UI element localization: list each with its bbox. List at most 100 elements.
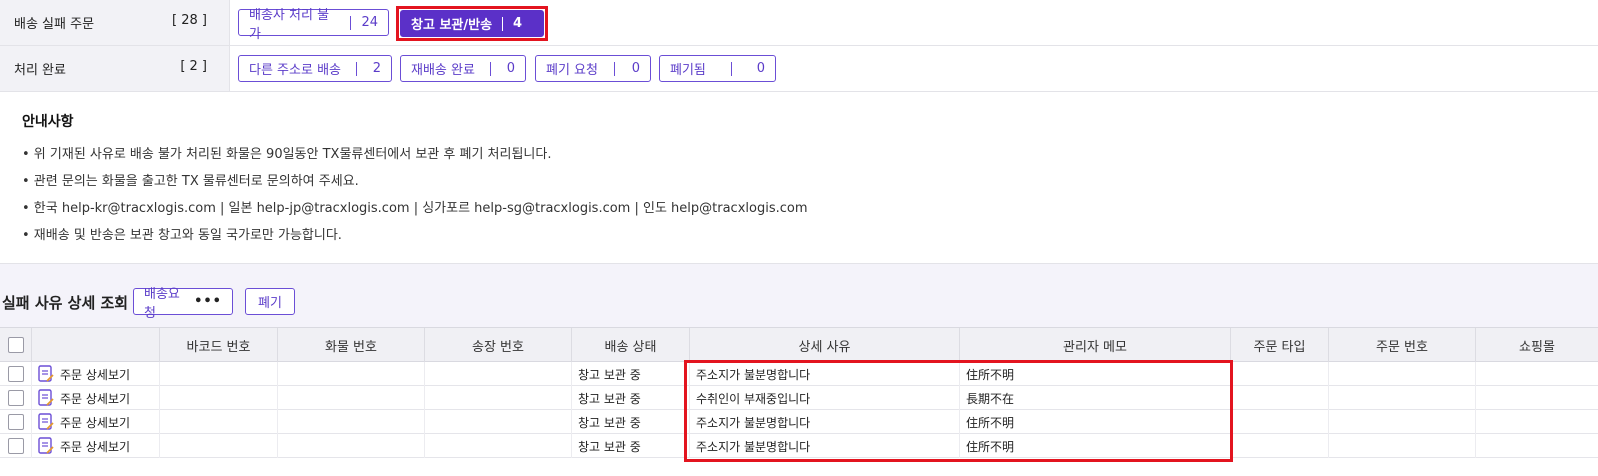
barcode-cell [160,410,278,434]
header-ship-status[interactable]: 배송 상태 [572,328,690,362]
order-detail-link[interactable]: 주문 상세보기 [32,410,160,434]
ship-status-cell: 창고 보관 중 [572,386,690,410]
shop-cell [1476,410,1598,434]
barcode-cell [160,362,278,386]
row-checkbox-cell [0,410,32,434]
row-checkbox-cell [0,434,32,458]
failed-orders-count: [ 28 ] [172,13,207,28]
order-no-cell [1329,362,1476,386]
order-detail-label: 주문 상세보기 [60,367,131,382]
filter-other-address-button[interactable]: 다른 주소로 배송 2 [238,55,392,82]
filter-label: 재배송 완료 [411,63,475,78]
order-detail-label: 주문 상세보기 [60,415,131,430]
order-detail-label: 주문 상세보기 [60,439,131,454]
notice-panel: 안내사항 • 위 기재된 사유로 배송 불가 처리된 화물은 90일동안 TX물… [0,92,1598,264]
ship-status-cell: 창고 보관 중 [572,410,690,434]
filter-discard-request-button[interactable]: 폐기 요청 0 [535,55,651,82]
ship-status-cell: 창고 보관 중 [572,362,690,386]
notice-title: 안내사항 [22,114,74,130]
detail-reason-cell: 주소지가 불분명합니다 [690,362,960,386]
row-checkbox[interactable] [8,438,24,454]
notice-line-2: • 관련 문의는 화물을 출고한 TX 물류센터로 문의하여 주세요. [22,174,359,189]
completed-orders-row: 처리 완료 [ 2 ] 다른 주소로 배송 2 재배송 완료 0 폐기 요청 0… [0,46,1598,92]
detail-reason-cell: 주소지가 불분명합니다 [690,434,960,458]
order-type-cell [1231,362,1329,386]
divider [490,61,492,76]
filter-reshipped-button[interactable]: 재배송 완료 0 [400,55,526,82]
select-all-checkbox[interactable] [7,337,24,353]
header-order-type[interactable]: 주문 타입 [1231,328,1329,362]
divider [502,16,504,31]
filter-count: 4 [513,16,523,31]
admin-memo-cell[interactable]: 住所不明 [960,410,1231,434]
filter-label: 폐기됨 [670,63,706,78]
header-admin-memo[interactable]: 관리자 메모 [960,328,1231,362]
header-link-cell [32,328,160,362]
header-cargo-no[interactable]: 화물 번호 [278,328,425,362]
order-type-cell [1231,410,1329,434]
detail-reason-cell: 수취인이 부재중입니다 [690,386,960,410]
cargo-no-cell [278,386,425,410]
filter-label: 폐기 요청 [546,63,598,78]
divider [614,61,616,76]
invoice-no-cell [425,410,572,434]
section-title: 실패 사유 상세 조회 [2,294,129,312]
filter-count: 0 [756,61,765,76]
notice-line-1: • 위 기재된 사유로 배송 불가 처리된 화물은 90일동안 TX물류센터에서… [22,147,552,162]
filter-count: 0 [506,61,515,76]
barcode-cell [160,386,278,410]
filter-carrier-unable-button[interactable]: 배송사 처리 불가 24 [238,8,389,42]
divider [730,61,732,76]
filter-discarded-button[interactable]: 폐기됨 0 [659,55,776,82]
table-header: 바코드 번호 화물 번호 송장 번호 배송 상태 상세 사유 관리자 메모 주문… [0,328,1598,362]
header-detail-reason[interactable]: 상세 사유 [690,328,960,362]
shop-cell [1476,362,1598,386]
header-checkbox-cell [0,328,32,362]
filter-label: 다른 주소로 배송 [249,63,341,78]
ship-request-button[interactable]: 배송요청 ••• [133,287,233,321]
order-detail-link[interactable]: 주문 상세보기 [32,362,160,386]
filter-label: 창고 보관/반송 [411,18,493,33]
header-invoice-no[interactable]: 송장 번호 [425,328,572,362]
notice-line-4: • 재배송 및 반송은 보관 창고와 동일 국가로만 가능합니다. [22,228,342,243]
notice-line-3: • 한국 help-kr@tracxlogis.com | 일본 help-jp… [22,201,808,216]
shop-cell [1476,434,1598,458]
failed-orders-label-cell: 배송 실패 주문 [ 28 ] [0,0,230,45]
row-checkbox[interactable] [8,390,24,406]
filter-warehouse-return-button[interactable]: 창고 보관/반송 4 [400,10,544,37]
header-barcode[interactable]: 바코드 번호 [160,328,278,362]
document-icon [38,365,54,382]
cargo-no-cell [278,434,425,458]
filter-label: 배송사 처리 불가 [249,7,330,42]
row-checkbox-cell [0,386,32,410]
row-checkbox[interactable] [8,366,24,382]
status-summary-panel: 배송 실패 주문 [ 28 ] 배송사 처리 불가 24 창고 보관/반송 4 … [0,0,1598,92]
table-row: 주문 상세보기 창고 보관 중 주소지가 불분명합니다 住所不明 [0,362,1598,386]
cargo-no-cell [278,410,425,434]
divider [356,61,358,76]
row-checkbox[interactable] [8,414,24,430]
order-no-cell [1329,434,1476,458]
order-no-cell [1329,410,1476,434]
barcode-cell [160,434,278,458]
more-icon: ••• [194,294,222,309]
admin-memo-cell[interactable]: 住所不明 [960,434,1231,458]
document-icon [38,437,54,454]
detail-reason-cell: 주소지가 불분명합니다 [690,410,960,434]
header-shop[interactable]: 쇼핑몰 [1476,328,1598,362]
order-detail-label: 주문 상세보기 [60,391,131,406]
order-detail-link[interactable]: 주문 상세보기 [32,434,160,458]
failed-orders-label: 배송 실패 주문 [14,17,95,32]
header-order-no[interactable]: 주문 번호 [1329,328,1476,362]
ship-request-label: 배송요청 [144,286,180,321]
document-icon [38,389,54,406]
invoice-no-cell [425,362,572,386]
admin-memo-cell[interactable]: 長期不在 [960,386,1231,410]
discard-button[interactable]: 폐기 [245,288,295,315]
admin-memo-cell[interactable]: 住所不明 [960,362,1231,386]
order-detail-link[interactable]: 주문 상세보기 [32,386,160,410]
ship-status-cell: 창고 보관 중 [572,434,690,458]
row-checkbox-cell [0,362,32,386]
completed-orders-count: [ 2 ] [180,59,207,74]
invoice-no-cell [425,434,572,458]
